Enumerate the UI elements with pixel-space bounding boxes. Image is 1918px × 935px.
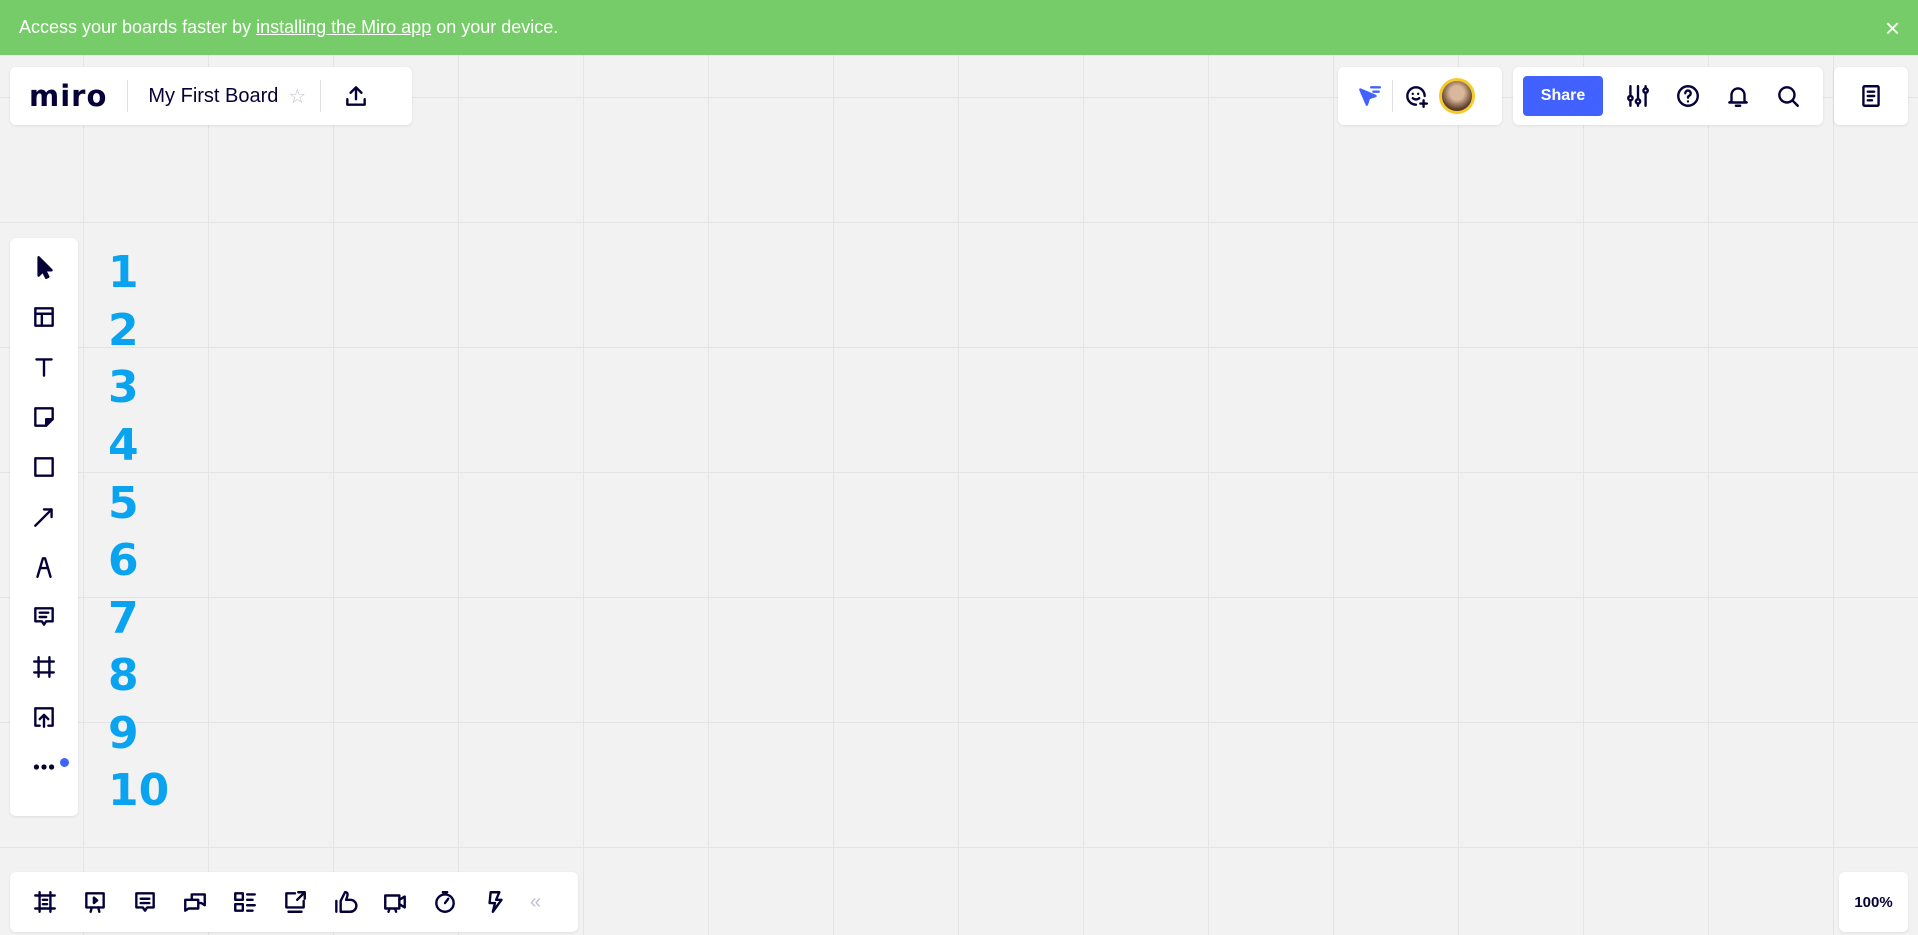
cursor-filter-icon[interactable] (1354, 81, 1384, 111)
label-number: 6 (108, 535, 139, 586)
collaboration-panel (1338, 67, 1502, 125)
board-outline-icon[interactable] (230, 887, 260, 917)
chat-icon[interactable] (180, 887, 210, 917)
screen-share-icon[interactable] (280, 887, 310, 917)
board-header-panel: miro My First Board ☆ (10, 67, 412, 125)
help-icon[interactable] (1673, 81, 1703, 111)
export-upload-icon[interactable] (341, 81, 371, 111)
notifications-bell-icon[interactable] (1723, 81, 1753, 111)
miro-logo[interactable]: miro (10, 79, 127, 113)
invite-emoji-icon[interactable] (1401, 81, 1431, 111)
label-number: 3 (108, 362, 139, 413)
notes-list-icon[interactable] (1856, 81, 1886, 111)
label-number: 9 (108, 708, 139, 759)
label-number: 10 (108, 765, 170, 816)
search-icon[interactable] (1773, 81, 1803, 111)
star-icon[interactable]: ☆ (288, 84, 320, 109)
label-number: 5 (108, 478, 139, 529)
upload-icon[interactable] (29, 702, 59, 732)
more-tools-icon[interactable] (29, 752, 59, 782)
connection-line-arrow-icon[interactable] (29, 502, 59, 532)
settings-sliders-icon[interactable] (1623, 81, 1653, 111)
comments-list-icon[interactable] (130, 887, 160, 917)
pen-icon[interactable] (29, 552, 59, 582)
frames-icon[interactable] (30, 887, 60, 917)
collapse-toolbar-button[interactable]: « (530, 891, 541, 914)
main-actions-panel: Share (1513, 67, 1823, 125)
share-button[interactable]: Share (1523, 76, 1603, 116)
video-call-icon[interactable] (380, 887, 410, 917)
divider (1392, 80, 1393, 112)
zoom-level[interactable]: 100% (1854, 894, 1892, 911)
banner-text: Access your boards faster by (19, 17, 252, 37)
zoom-level-control[interactable]: 100% (1839, 872, 1908, 932)
label-number: 2 (108, 305, 139, 356)
label-number: 4 (108, 420, 139, 471)
timer-icon[interactable] (430, 887, 460, 917)
install-app-link[interactable]: installing the Miro app (256, 17, 431, 38)
presentation-icon[interactable] (80, 887, 110, 917)
left-tools-toolbar (10, 238, 78, 816)
bottom-collaboration-toolbar: « (10, 872, 578, 932)
new-indicator-dot (60, 758, 69, 767)
label-number: 8 (108, 650, 139, 701)
select-cursor-icon[interactable] (29, 252, 59, 282)
banner-text-end: on your device. (436, 17, 559, 37)
label-number: 7 (108, 593, 139, 644)
label-number: 1 (108, 247, 139, 298)
divider (320, 80, 322, 112)
text-icon[interactable] (29, 352, 59, 382)
sticky-note-icon[interactable] (29, 402, 59, 432)
frame-icon[interactable] (29, 652, 59, 682)
board-info-panel (1834, 67, 1908, 125)
comment-icon[interactable] (29, 602, 59, 632)
shape-rectangle-icon[interactable] (29, 452, 59, 482)
voting-thumbs-up-icon[interactable] (330, 887, 360, 917)
activity-lightning-icon[interactable] (480, 887, 510, 917)
close-banner-button[interactable]: × (1885, 13, 1900, 44)
board-title[interactable]: My First Board (128, 85, 288, 108)
install-app-banner: Access your boards faster by installing … (0, 0, 1918, 55)
user-avatar[interactable] (1439, 78, 1475, 114)
templates-icon[interactable] (29, 302, 59, 332)
